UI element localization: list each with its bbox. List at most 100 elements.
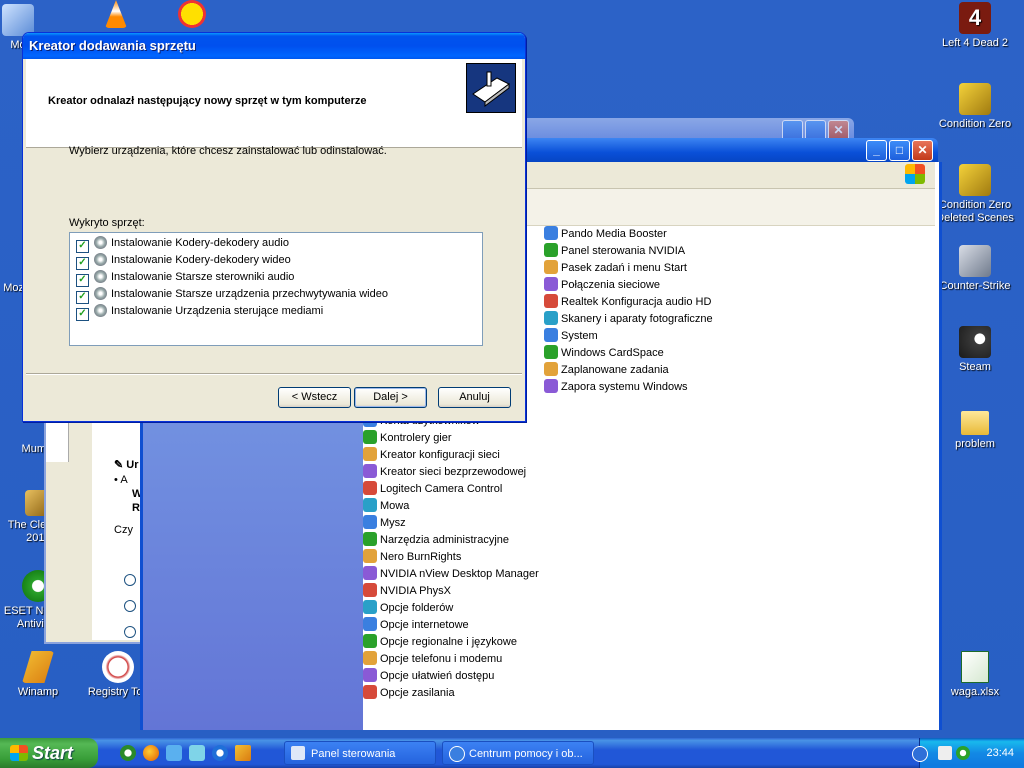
folder-icon [961, 411, 989, 435]
taskbar-button-help-center[interactable]: Centrum pomocy i ob... [442, 741, 594, 765]
eset-tray-icon[interactable] [956, 746, 970, 760]
wizard-description: Wybierz urządzenia, które chcesz zainsta… [69, 145, 387, 157]
control-panel-item[interactable]: Opcje zasilania [363, 685, 455, 702]
desktop-icon-partial-moz[interactable]: Moz [0, 282, 24, 295]
quicklaunch-utorrent-icon[interactable] [120, 745, 136, 761]
close-button[interactable]: ✕ [912, 140, 933, 161]
background-window-titlebar[interactable]: ✕ [520, 118, 854, 141]
quicklaunch-firefox-icon[interactable] [143, 745, 159, 761]
cancel-button[interactable]: Anuluj [438, 387, 511, 408]
desktop-icon-winamp[interactable]: Winamp [0, 651, 78, 699]
control-panel-item[interactable]: Logitech Camera Control [363, 481, 502, 498]
tray-expand-chevron-icon[interactable] [912, 746, 928, 762]
applet-icon [363, 566, 377, 580]
desktop-icon-partial-mum[interactable]: Mum [0, 443, 46, 456]
applet-icon [544, 311, 558, 325]
control-panel-item[interactable]: Połączenia sieciowe [544, 277, 660, 294]
maximize-button[interactable]: □ [889, 140, 910, 161]
radio-option-3[interactable] [124, 626, 136, 638]
clock[interactable]: 23:44 [986, 738, 1014, 768]
list-item[interactable]: ✓ Instalowanie Kodery-dekodery audio [76, 235, 289, 253]
cs-icon [959, 245, 991, 277]
list-item[interactable]: ✓ Instalowanie Starsze urządzenia przechw… [76, 286, 388, 304]
desktop-icon-problem-folder[interactable]: problem [935, 407, 1015, 451]
applet-icon [363, 668, 377, 682]
next-button[interactable]: Dalej > [354, 387, 427, 408]
applet-icon [363, 481, 377, 495]
control-panel-item[interactable]: Narzędzia administracyjne [363, 532, 509, 549]
wizard-separator [26, 373, 522, 375]
control-panel-item[interactable]: Opcje ułatwień dostępu [363, 668, 494, 685]
control-panel-item[interactable]: Opcje internetowe [363, 617, 469, 634]
applet-icon [544, 328, 558, 342]
desktop-icon-condition-zero[interactable]: Condition Zero [935, 83, 1015, 131]
control-panel-item[interactable]: Skanery i aparaty fotograficzne [544, 311, 713, 328]
hardware-card-icon [466, 63, 516, 113]
control-panel-item[interactable]: Mowa [363, 498, 409, 515]
system-tray: 23:44 [912, 738, 1024, 768]
cd-device-icon [94, 253, 107, 266]
checkbox[interactable]: ✓ [76, 308, 89, 321]
help-icon [449, 746, 465, 762]
radio-option-2[interactable] [124, 600, 136, 612]
control-panel-item[interactable]: Kreator konfiguracji sieci [363, 447, 500, 464]
desktop-icon-steam[interactable]: Steam [935, 326, 1015, 374]
desktop-icon-sun[interactable] [156, 0, 228, 31]
quicklaunch-network-icon[interactable] [189, 745, 205, 761]
minimize-button[interactable]: _ [866, 140, 887, 161]
control-panel-item[interactable]: Kreator sieci bezprzewodowej [363, 464, 526, 481]
desktop-icon-counter-strike[interactable]: Counter-Strike [935, 245, 1015, 293]
control-panel-item[interactable]: Pasek zadań i menu Start [544, 260, 687, 277]
control-panel-item[interactable]: Opcje regionalne i językowe [363, 634, 517, 651]
control-panel-item[interactable]: Opcje telefonu i modemu [363, 651, 502, 668]
applet-icon [544, 260, 558, 274]
control-panel-item[interactable]: System [544, 328, 598, 345]
desktop-icon-condition-zero-deleted[interactable]: Condition Zero Deleted Scenes [935, 164, 1015, 225]
applet-icon [363, 685, 377, 699]
applet-icon [363, 498, 377, 512]
control-panel-item[interactable]: Panel sterowania NVIDIA [544, 243, 685, 260]
vlc-cone-icon [105, 0, 127, 28]
control-panel-item[interactable]: Realtek Konfiguracja audio HD [544, 294, 711, 311]
control-panel-item[interactable]: Nero BurnRights [363, 549, 461, 566]
start-button[interactable]: Start [0, 738, 98, 768]
wizard-title: Kreator dodawania sprzętu [29, 38, 196, 53]
quicklaunch-media-icon[interactable] [166, 745, 182, 761]
list-item[interactable]: ✓ Instalowanie Starsze sterowniki audio [76, 269, 294, 287]
applet-icon [363, 447, 377, 461]
add-hardware-wizard-dialog: Kreator dodawania sprzętu Kreator odnala… [22, 32, 526, 422]
radio-option-1[interactable] [124, 574, 136, 586]
desktop-icon-waga-xlsx[interactable]: waga.xlsx [935, 651, 1015, 699]
detected-hardware-label: Wykryto sprzęt: [69, 217, 145, 229]
cs-icon [959, 83, 991, 115]
volume-icon[interactable] [938, 746, 952, 760]
control-panel-item[interactable]: Mysz [363, 515, 406, 532]
wizard-header: Kreator odnalazł następujący nowy sprzęt… [26, 59, 522, 148]
taskbar-button-control-panel[interactable]: Panel sterowania [284, 741, 436, 765]
quicklaunch-winamp-icon[interactable] [235, 745, 251, 761]
control-panel-item[interactable]: Kontrolery gier [363, 430, 452, 447]
control-panel-item[interactable]: Zapora systemu Windows [544, 379, 688, 396]
detected-hardware-list[interactable]: ✓ Instalowanie Kodery-dekodery audio ✓ Ins… [69, 232, 483, 346]
windows-logo-icon [905, 164, 925, 184]
control-panel-item[interactable]: NVIDIA PhysX [363, 583, 451, 600]
control-panel-item[interactable]: Zaplanowane zadania [544, 362, 669, 379]
back-button[interactable]: < Wstecz [278, 387, 351, 408]
applet-icon [544, 226, 558, 240]
control-panel-item[interactable]: Opcje folderów [363, 600, 453, 617]
applet-icon [544, 379, 558, 393]
quicklaunch-ie-icon[interactable] [212, 745, 228, 761]
control-panel-item[interactable]: Pando Media Booster [544, 226, 667, 243]
steam-icon [959, 326, 991, 358]
control-panel-item[interactable]: Windows CardSpace [544, 345, 664, 362]
control-panel-item[interactable]: NVIDIA nView Desktop Manager [363, 566, 539, 583]
desktop-icon-left4dead2[interactable]: 4 Left 4 Dead 2 [935, 2, 1015, 50]
list-item[interactable]: ✓ Instalowanie Kodery-dekodery wideo [76, 252, 291, 270]
applet-icon [544, 277, 558, 291]
winamp-icon [22, 651, 54, 683]
desktop-icon-vlc[interactable] [80, 0, 152, 31]
list-item[interactable]: ✓ Instalowanie Urządzenia sterujące media… [76, 303, 323, 321]
cd-device-icon [94, 287, 107, 300]
applet-icon [363, 464, 377, 478]
wizard-titlebar[interactable]: Kreator dodawania sprzętu [23, 33, 525, 59]
